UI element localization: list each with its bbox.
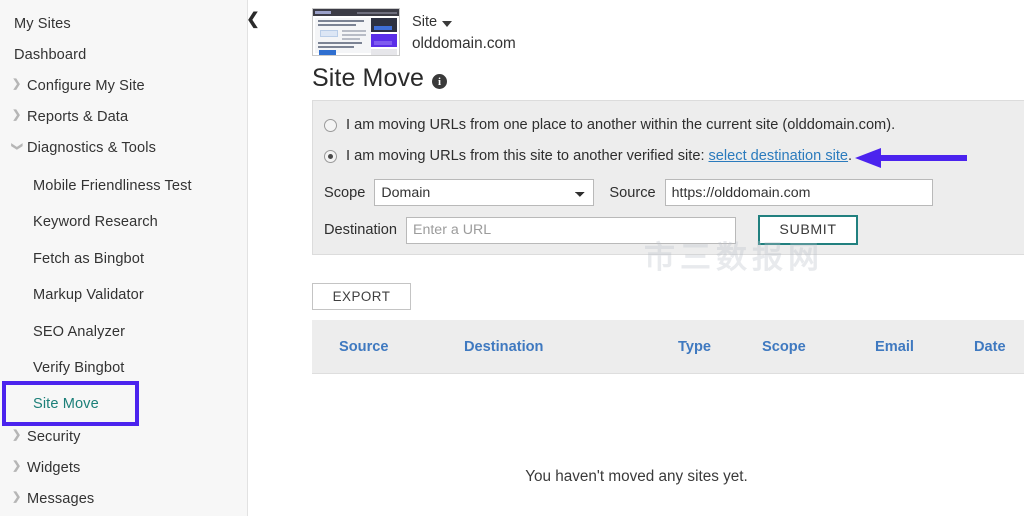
thumb-sidebar bbox=[371, 18, 397, 53]
sidebar-item-verify-bingbot[interactable]: Verify Bingbot bbox=[0, 352, 247, 383]
thumb-logo bbox=[315, 11, 331, 14]
thumb-navbar bbox=[313, 9, 399, 16]
chevron-right-icon bbox=[12, 430, 27, 441]
site-selector-label: Site bbox=[412, 13, 437, 32]
radio-button-current-site[interactable] bbox=[324, 119, 337, 132]
sidebar-item-messages[interactable]: Messages bbox=[0, 483, 247, 514]
site-selector[interactable]: Site bbox=[412, 13, 516, 32]
scope-select[interactable]: Domain bbox=[374, 179, 594, 206]
sidebar-item-label: Diagnostics & Tools bbox=[27, 140, 156, 156]
sidebar-item-label: Verify Bingbot bbox=[33, 360, 124, 376]
chevron-right-icon bbox=[12, 461, 27, 472]
main-content: Site olddomain.com Site Move i I am movi… bbox=[249, 0, 1024, 516]
column-header-scope[interactable]: Scope bbox=[762, 339, 806, 355]
sidebar-item-label: Site Move bbox=[33, 396, 99, 412]
column-header-date[interactable]: Date bbox=[974, 339, 1006, 355]
page-title: Site Move bbox=[312, 64, 424, 93]
sidebar-item-seo-analyzer[interactable]: SEO Analyzer bbox=[0, 316, 247, 347]
sidebar-item-label: Messages bbox=[27, 491, 94, 507]
sidebar-item-markup-validator[interactable]: Markup Validator bbox=[0, 279, 247, 310]
scope-label: Scope bbox=[324, 185, 365, 201]
column-header-email[interactable]: Email bbox=[875, 339, 914, 355]
site-domain: olddomain.com bbox=[412, 33, 516, 55]
site-thumbnail bbox=[312, 8, 400, 56]
sidebar-item-label: Widgets bbox=[27, 460, 80, 476]
sidebar-item-site-move[interactable]: Site Move bbox=[0, 388, 247, 419]
chevron-right-icon bbox=[12, 110, 27, 121]
column-header-source[interactable]: Source bbox=[339, 339, 388, 355]
scope-source-row: Scope Domain Source bbox=[324, 179, 933, 206]
chevron-left-icon[interactable] bbox=[243, 8, 263, 30]
thumb-article bbox=[315, 18, 371, 53]
radio-option-current-site[interactable]: I am moving URLs from one place to anoth… bbox=[324, 117, 895, 133]
sidebar-item-configure-my-site[interactable]: Configure My Site bbox=[0, 70, 247, 101]
destination-row: Destination SUBMIT bbox=[324, 215, 858, 245]
sidebar-item-diagnostics-and-tools[interactable]: Diagnostics & Tools bbox=[0, 132, 247, 163]
chevron-right-icon bbox=[12, 492, 27, 503]
sidebar-item-label: My Sites bbox=[14, 16, 71, 32]
chevron-right-icon bbox=[12, 79, 27, 90]
column-header-destination[interactable]: Destination bbox=[464, 339, 543, 355]
export-button[interactable]: EXPORT bbox=[312, 283, 411, 310]
sidebar-item-security[interactable]: Security bbox=[0, 421, 247, 452]
sidebar-item-label: Keyword Research bbox=[33, 214, 158, 230]
sidebar-item-label: Markup Validator bbox=[33, 287, 144, 303]
site-move-page: My Sites Dashboard Configure My Site Rep… bbox=[0, 0, 1024, 516]
radio-option-other-site-suffix: . bbox=[848, 148, 852, 164]
sidebar-item-reports-and-data[interactable]: Reports & Data bbox=[0, 101, 247, 132]
sidebar-item-label: Dashboard bbox=[14, 47, 86, 63]
page-title-row: Site Move i bbox=[312, 64, 447, 93]
sidebar-navigation: My Sites Dashboard Configure My Site Rep… bbox=[0, 0, 248, 516]
source-label: Source bbox=[609, 185, 655, 201]
site-meta: Site olddomain.com bbox=[412, 8, 516, 55]
destination-label: Destination bbox=[324, 222, 397, 238]
radio-option-other-site-label: I am moving URLs from this site to anoth… bbox=[346, 148, 705, 164]
column-header-type[interactable]: Type bbox=[678, 339, 711, 355]
site-move-form-panel: I am moving URLs from one place to anoth… bbox=[312, 100, 1024, 255]
sidebar-item-label: Reports & Data bbox=[27, 109, 128, 125]
chevron-down-icon bbox=[442, 21, 452, 27]
site-header: Site olddomain.com bbox=[312, 8, 516, 56]
empty-state-message: You haven't moved any sites yet. bbox=[249, 468, 1024, 486]
sidebar-item-widgets[interactable]: Widgets bbox=[0, 452, 247, 483]
site-move-table-header: Source Destination Type Scope Email Date bbox=[312, 320, 1024, 374]
sidebar-item-keyword-research[interactable]: Keyword Research bbox=[0, 206, 247, 237]
sidebar-item-my-sites[interactable]: My Sites bbox=[0, 8, 247, 39]
sidebar-item-label: SEO Analyzer bbox=[33, 324, 125, 340]
select-destination-site-link[interactable]: select destination site bbox=[709, 148, 849, 164]
sidebar-item-label: Security bbox=[27, 429, 81, 445]
submit-button[interactable]: SUBMIT bbox=[758, 215, 858, 245]
sidebar-item-label: Fetch as Bingbot bbox=[33, 251, 144, 267]
info-icon[interactable]: i bbox=[432, 74, 447, 89]
radio-option-other-site[interactable]: I am moving URLs from this site to anoth… bbox=[324, 148, 852, 164]
radio-button-other-site[interactable] bbox=[324, 150, 337, 163]
sidebar-item-mobile-friendliness-test[interactable]: Mobile Friendliness Test bbox=[0, 170, 247, 201]
sidebar-item-dashboard[interactable]: Dashboard bbox=[0, 39, 247, 70]
radio-option-current-site-label: I am moving URLs from one place to anoth… bbox=[346, 117, 895, 133]
chevron-down-icon bbox=[12, 141, 27, 152]
sidebar-item-label: Configure My Site bbox=[27, 78, 145, 94]
sidebar-item-label: Mobile Friendliness Test bbox=[33, 178, 192, 194]
destination-input[interactable] bbox=[406, 217, 736, 244]
sidebar-item-fetch-as-bingbot[interactable]: Fetch as Bingbot bbox=[0, 243, 247, 274]
source-input[interactable] bbox=[665, 179, 933, 206]
thumb-navlinks bbox=[357, 12, 397, 14]
